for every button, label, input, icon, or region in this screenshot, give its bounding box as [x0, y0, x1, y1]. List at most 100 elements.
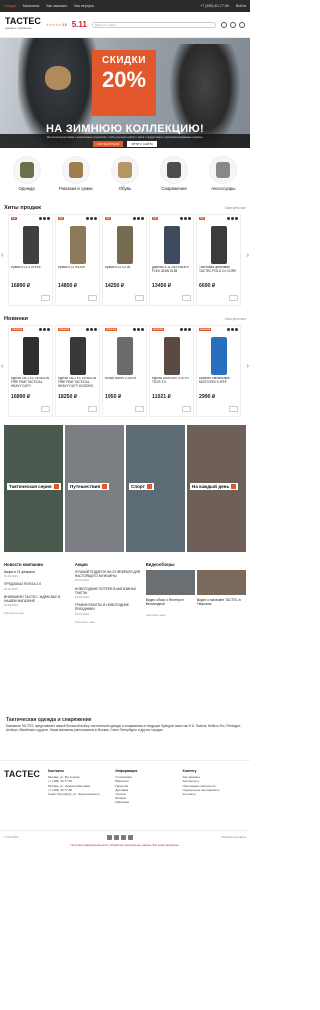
topbar-link-stores[interactable]: Магазины [23, 4, 39, 8]
footer-link[interactable]: Контакты [183, 792, 246, 796]
product-card[interactable]: Хит Брюки 5.11 ICON 14250 ₽ [102, 214, 147, 306]
product-card[interactable]: Хит Джинсы 5.11 DEFENDER FLEX JEAN SLIM 13… [149, 214, 194, 306]
cart-icon[interactable] [88, 295, 97, 301]
company-news-more-link[interactable]: Смотреть еще [4, 611, 71, 615]
product-name[interactable]: Браслет сигнальный MOSTORCH UTEF [199, 377, 238, 392]
color-swatches[interactable] [180, 217, 191, 220]
cart-icon[interactable] [41, 406, 50, 412]
news-item[interactable]: ПРЕДЗАКАЗ ROKSA 2.0 01.02.2024 [4, 582, 71, 590]
category-accessories[interactable]: Аксессуары [203, 156, 243, 191]
telegram-icon[interactable] [114, 835, 120, 840]
bestsellers-see-all-link[interactable]: Смотреть все [225, 206, 246, 210]
chevron-right-icon[interactable]: › [247, 252, 249, 259]
video-item[interactable]: Видео о магазине TACTEC в Тверском [196, 570, 246, 610]
user-icon[interactable] [221, 21, 227, 28]
chevron-left-icon[interactable]: ‹ [1, 363, 3, 370]
collection-tactical[interactable]: Тактическая серия [4, 425, 63, 552]
product-name[interactable]: Толстовка флисовая TACTEC POLS 2.0 CORE [199, 266, 238, 281]
category-footwear[interactable]: Обувь [105, 156, 145, 191]
color-swatches[interactable] [227, 217, 238, 220]
product-card[interactable]: Новинка Куртка TACTEC DRAGON FIRE PINE TA… [8, 325, 53, 417]
color-swatches[interactable] [180, 328, 191, 331]
cart-icon[interactable] [229, 406, 238, 412]
product-card[interactable]: Новинка Браслет сигнальный MOSTORCH UTEF 2… [196, 325, 241, 417]
color-swatches[interactable] [39, 328, 50, 331]
footer-link[interactable]: Санкт-Петербург, ул. Чернышевского [48, 792, 111, 796]
cart-icon[interactable] [239, 21, 245, 28]
topbar-phone[interactable]: +7 (495) 40-77-50 [200, 4, 229, 8]
product-image[interactable] [58, 224, 97, 266]
promo-item[interactable]: НОВОГОДНИЕ ПОТЕРИ В МАГАЗИНАХ ТАКТЭК 01.0… [75, 587, 142, 600]
news-item[interactable]: ВНИМАНИЕ! TACTEC. ЖДЕМ ВАС В НАШЕМ МАГАЗ… [4, 595, 71, 608]
product-name[interactable]: Брюки 5.11 ICON [105, 266, 144, 281]
youtube-icon[interactable] [121, 835, 127, 840]
color-swatches[interactable] [133, 217, 144, 220]
product-image[interactable] [152, 335, 191, 377]
product-name[interactable]: Куртка TACTEC DRAGON FIRE PINE TACTICAL … [11, 377, 50, 392]
product-card[interactable]: Новинка Куртка DRAGON TOOTH TKOS 3.0 11021… [149, 325, 194, 417]
new-items-see-all-link[interactable]: Смотреть все [225, 317, 246, 321]
product-name[interactable]: Брюки 5.11 STRYKE [11, 266, 50, 281]
whatsapp-icon[interactable] [128, 835, 134, 840]
collection-sport[interactable]: Спорт [126, 425, 185, 552]
product-card[interactable]: Хит Брюки 5.11 RIDGE 14850 ₽ [55, 214, 100, 306]
product-card[interactable]: Хит Брюки 5.11 STRYKE 16890 ₽ [8, 214, 53, 306]
collection-everyday[interactable]: На каждый день [187, 425, 246, 552]
cart-icon[interactable] [229, 295, 238, 301]
collection-travel[interactable]: Путешествия [65, 425, 124, 552]
topbar-link-sale[interactable]: Скидки [4, 4, 16, 8]
product-image[interactable] [105, 224, 144, 266]
product-name[interactable]: Куртка TACTEC DRAGON FIRE PINE TACTICAL … [58, 377, 97, 392]
product-image[interactable] [11, 224, 50, 266]
product-image[interactable] [58, 335, 97, 377]
product-name[interactable]: Брюки 5.11 RIDGE [58, 266, 97, 281]
product-card[interactable]: Новинка Носки DARN TOUGH 1950 ₽ [102, 325, 147, 417]
cart-icon[interactable] [135, 295, 144, 301]
topbar-link-how-return[interactable]: Как вернуть [74, 4, 94, 8]
cart-icon[interactable] [41, 295, 50, 301]
legal-text[interactable]: Политика конфиденциальности. Обработка п… [0, 844, 250, 848]
cookie-accept-button[interactable]: СОГЛАСИТЬСЯ [92, 140, 124, 147]
promos-more-link[interactable]: Смотреть еще [75, 620, 142, 624]
product-card[interactable]: Хит Толстовка флисовая TACTEC POLS 2.0 CO… [196, 214, 241, 306]
developer-credit[interactable]: Разработка сайта [221, 835, 246, 840]
chevron-left-icon[interactable]: ‹ [1, 252, 3, 259]
cart-icon[interactable] [88, 406, 97, 412]
promo-item[interactable]: ГРАФИК РАБОТЫ В НОВОГОДНИЕ ПРАЗДНИКИ 01.0… [75, 603, 142, 616]
cart-icon[interactable] [182, 406, 191, 412]
footer-logo[interactable]: TACTEC [4, 769, 44, 830]
video-item[interactable]: Видео обзор о Флотерон Веломодели [145, 570, 195, 610]
product-image[interactable] [152, 224, 191, 266]
cookie-leave-button[interactable]: УЙТИ С САЙТА [127, 140, 158, 147]
search-input[interactable]: Поиск по сайту [91, 21, 216, 28]
color-swatches[interactable] [133, 328, 144, 331]
color-swatches[interactable] [86, 217, 97, 220]
category-backpacks[interactable]: Рюкзаки и сумки [56, 156, 96, 191]
logo[interactable]: TACTEC одежда и снаряжение [5, 16, 41, 33]
product-image[interactable] [105, 335, 144, 377]
color-swatches[interactable] [227, 328, 238, 331]
category-gear[interactable]: Снаряжение [154, 156, 194, 191]
product-name[interactable]: Джинсы 5.11 DEFENDER FLEX JEAN SLIM [152, 266, 191, 281]
topbar-link-how-order[interactable]: Как заказать [46, 4, 67, 8]
product-name[interactable]: Куртка DRAGON TOOTH TKOS 3.0 [152, 377, 191, 392]
news-item[interactable]: Акция в 21 февраля 01.02.2024 [4, 570, 71, 578]
promo-item[interactable]: ЛУЧШИЙ ПОДАРОК НА 23 ФЕВРАЛЯ ДЛЯ НАСТОЯЩ… [75, 570, 142, 583]
topbar-login[interactable]: Войти [236, 4, 246, 8]
product-image[interactable] [199, 224, 238, 266]
heart-icon[interactable] [230, 21, 236, 28]
product-card[interactable]: Новинка Куртка TACTEC DRAGON FIRE PINE TA… [55, 325, 100, 417]
color-swatches[interactable] [39, 217, 50, 220]
product-name[interactable]: Носки DARN TOUGH [105, 377, 144, 392]
hero-banner[interactable]: СКИДКИ 20% НА ЗИМНЮЮ КОЛЛЕКЦИЮ! Мы испол… [0, 38, 250, 148]
category-clothing[interactable]: Одежда [7, 156, 47, 191]
color-swatches[interactable] [86, 328, 97, 331]
cart-icon[interactable] [182, 295, 191, 301]
cart-icon[interactable] [135, 406, 144, 412]
videos-more-link[interactable]: Смотреть еще [146, 613, 246, 617]
vk-icon[interactable] [107, 835, 113, 840]
chevron-right-icon[interactable]: › [247, 363, 249, 370]
product-image[interactable] [199, 335, 238, 377]
product-image[interactable] [11, 335, 50, 377]
brand-511-logo[interactable]: 5.11 [72, 20, 87, 29]
